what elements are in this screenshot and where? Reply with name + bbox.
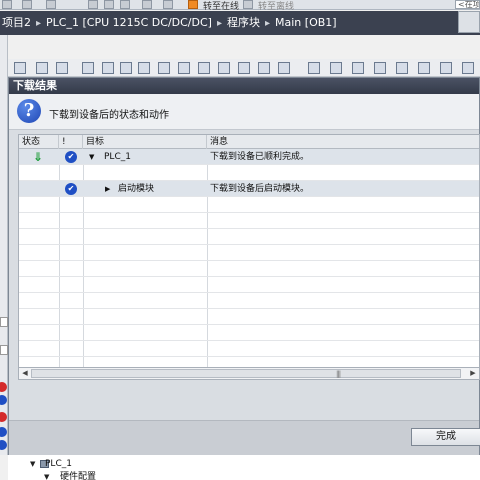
compile-icon[interactable] — [88, 0, 98, 9]
row-message: 下载到设备已顺利完成。 — [210, 152, 310, 162]
row-target: PLC_1 — [104, 152, 131, 162]
download-to-device-icon[interactable] — [142, 0, 152, 9]
row-target: 启动模块 — [118, 184, 155, 194]
toolbar-icon[interactable] — [374, 62, 386, 74]
dialog-subtitle: 下载到设备后的状态和动作 — [49, 110, 169, 121]
results-table: 状态 ! 目标 消息 ⇓ ✔ ▼ PLC_1 下载到设备已顺利完成。 ✔ ▶ 启… — [18, 134, 480, 368]
toolbar-icon[interactable] — [352, 62, 364, 74]
table-row — [19, 165, 479, 181]
toolbar-icon[interactable] — [258, 62, 270, 74]
collapse-arrow-icon[interactable]: ▼ — [30, 458, 35, 470]
breadcrumb-item-main-ob1[interactable]: Main [OB1] — [275, 16, 337, 29]
table-row — [19, 245, 479, 261]
download-complete-icon: ⇓ — [32, 150, 44, 164]
toolbar-icon[interactable] — [418, 62, 430, 74]
column-header-status[interactable]: 状态 — [19, 135, 59, 149]
error-icon — [0, 382, 7, 392]
checkmark-icon — [0, 427, 7, 437]
breadcrumb: 项目2 ▸ PLC_1 [CPU 1215C DC/DC/DC] ▸ 程序块 ▸ Main … — [0, 11, 480, 35]
horizontal-scrollbar[interactable]: ◀ ||| ▶ — [18, 368, 480, 380]
scroll-left-icon[interactable]: ◀ — [19, 368, 31, 379]
checkbox-icon[interactable] — [0, 317, 8, 327]
error-icon — [0, 412, 7, 422]
toolbar-icon[interactable] — [2, 0, 12, 9]
tree-item-label: 硬件配置 — [60, 472, 97, 480]
breadcrumb-item-program-blocks[interactable]: 程序块 — [227, 16, 260, 29]
breadcrumb-item-project[interactable]: 项目2 — [2, 16, 31, 29]
table-row[interactable]: ⇓ ✔ ▼ PLC_1 下载到设备已顺利完成。 — [19, 149, 479, 165]
collapse-arrow-icon[interactable]: ▼ — [44, 471, 49, 480]
toolbar-icon[interactable] — [278, 62, 290, 74]
column-header-target[interactable]: 目标 — [83, 135, 207, 149]
scroll-right-icon[interactable]: ▶ — [467, 368, 479, 379]
checkbox-icon[interactable] — [0, 345, 8, 355]
toolbar-icon[interactable] — [120, 62, 132, 74]
table-row — [19, 229, 479, 245]
table-header: 状态 ! 目标 消息 — [19, 135, 479, 149]
go-offline-icon[interactable] — [243, 0, 253, 9]
dialog-title: 下载结果 — [9, 78, 479, 94]
table-row — [19, 197, 479, 213]
toolbar-icon[interactable] — [440, 62, 452, 74]
breadcrumb-separator: ▸ — [264, 18, 271, 29]
expand-arrow-icon[interactable]: ▶ — [105, 181, 110, 197]
download-results-dialog: 下载结果 ? 下载到设备后的状态和动作 状态 ! 目标 消息 ⇓ ✔ ▼ PLC… — [8, 77, 480, 455]
toolbar-icon[interactable] — [120, 0, 130, 9]
toolbar-icon[interactable] — [330, 62, 342, 74]
tree-item-label: PLC_1 — [45, 459, 72, 469]
question-info-icon: ? — [17, 99, 41, 123]
finish-button[interactable]: 完成 — [411, 428, 480, 446]
toolbar-icon[interactable] — [138, 62, 150, 74]
table-row — [19, 293, 479, 309]
left-panel-edge — [0, 35, 8, 455]
column-header-flag[interactable]: ! — [59, 135, 83, 149]
toolbar-icon[interactable] — [308, 62, 320, 74]
toolbar-icon[interactable] — [462, 62, 474, 74]
toolbar-icon[interactable] — [218, 62, 230, 74]
checkmark-icon: ✔ — [65, 183, 77, 195]
table-row — [19, 213, 479, 229]
breadcrumb-separator: ▸ — [216, 18, 222, 29]
checkmark-icon — [0, 440, 7, 450]
toolbar-icon[interactable] — [104, 0, 114, 9]
checkmark-icon — [0, 395, 7, 405]
project-tree: ▼ PLC_1 ▼ 硬件配置 — [8, 455, 480, 480]
go-online-icon[interactable] — [188, 0, 198, 9]
dialog-footer: 完成 — [9, 420, 480, 455]
table-row — [19, 325, 479, 341]
toolbar-icon[interactable] — [102, 62, 114, 74]
tree-item[interactable]: ▼ PLC_1 — [8, 458, 480, 470]
toolbar-icon[interactable] — [158, 62, 170, 74]
redo-icon[interactable] — [46, 0, 56, 9]
upload-from-device-icon[interactable] — [163, 0, 173, 9]
toolbar-icon[interactable] — [178, 62, 190, 74]
toolbar-icon[interactable] — [14, 62, 26, 74]
toolbar-icon[interactable] — [82, 62, 94, 74]
checkmark-icon: ✔ — [65, 151, 77, 163]
toolbar-icon[interactable] — [36, 62, 48, 74]
row-message: 下载到设备后启动模块。 — [210, 184, 310, 194]
toolbar-icon[interactable] — [198, 62, 210, 74]
window-restore-button[interactable] — [458, 11, 480, 33]
breadcrumb-separator: ▸ — [36, 18, 42, 29]
block-editor-toolbar — [8, 59, 480, 77]
toolbar-icon[interactable] — [396, 62, 408, 74]
column-header-message[interactable]: 消息 — [207, 135, 479, 149]
main-toolbar: 转至在线 转至离线 <在项 — [0, 0, 480, 12]
scrollbar-grip: ||| — [336, 370, 341, 378]
table-row — [19, 309, 479, 325]
toolbar-icon[interactable] — [56, 62, 68, 74]
dialog-header: ? 下载到设备后的状态和动作 — [9, 94, 479, 130]
toolbar-icon[interactable] — [238, 62, 250, 74]
scrollbar-thumb[interactable]: ||| — [31, 369, 461, 378]
table-row — [19, 261, 479, 277]
collapse-arrow-icon[interactable]: ▼ — [89, 149, 94, 165]
tree-item[interactable]: ▼ 硬件配置 — [8, 471, 480, 480]
table-row — [19, 341, 479, 357]
search-input[interactable]: <在项 — [455, 0, 480, 9]
table-row[interactable]: ✔ ▶ 启动模块 下载到设备后启动模块。 — [19, 181, 479, 197]
table-row — [19, 277, 479, 293]
breadcrumb-item-plc[interactable]: PLC_1 [CPU 1215C DC/DC/DC] — [46, 16, 212, 29]
undo-icon[interactable] — [22, 0, 32, 9]
